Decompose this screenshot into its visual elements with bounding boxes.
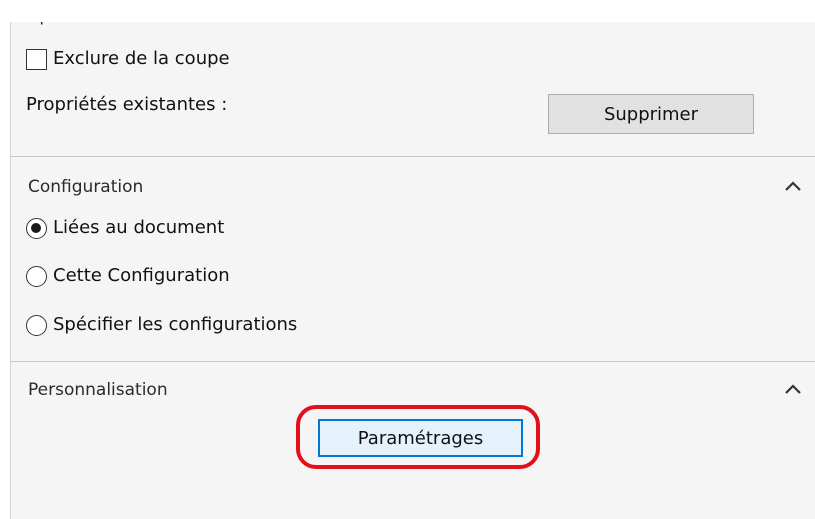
settings-button[interactable]: Paramétrages bbox=[318, 419, 523, 457]
personalization-section-title: Personnalisation bbox=[28, 380, 168, 400]
radio-this-configuration[interactable] bbox=[26, 265, 47, 287]
chevron-up-icon[interactable] bbox=[781, 177, 805, 195]
config-option-label: Liées au document bbox=[53, 217, 225, 238]
config-option-linked-document[interactable]: Liées au document bbox=[26, 217, 224, 239]
exclude-cut-option[interactable]: Exclure de la coupe bbox=[26, 48, 230, 70]
existing-properties-label: Propriétés existantes : bbox=[26, 94, 228, 115]
chevron-up-icon[interactable] bbox=[781, 380, 805, 398]
config-option-this-configuration[interactable]: Cette Configuration bbox=[26, 265, 230, 287]
radio-specify-configurations[interactable] bbox=[26, 314, 47, 336]
config-option-label: Spécifier les configurations bbox=[53, 314, 298, 335]
exclude-cut-label: Exclure de la coupe bbox=[53, 48, 230, 69]
section-divider bbox=[11, 156, 815, 157]
radio-linked-document[interactable] bbox=[26, 217, 47, 239]
options-section-title: Options bbox=[26, 6, 92, 26]
delete-button[interactable]: Supprimer bbox=[548, 94, 754, 134]
config-option-label: Cette Configuration bbox=[53, 265, 230, 286]
existing-properties-row: Propriétés existantes : bbox=[26, 94, 227, 116]
config-option-specify-configurations[interactable]: Spécifier les configurations bbox=[26, 314, 297, 336]
exclude-cut-checkbox[interactable] bbox=[26, 48, 47, 70]
section-divider bbox=[11, 361, 815, 362]
configuration-section-title: Configuration bbox=[28, 177, 144, 197]
